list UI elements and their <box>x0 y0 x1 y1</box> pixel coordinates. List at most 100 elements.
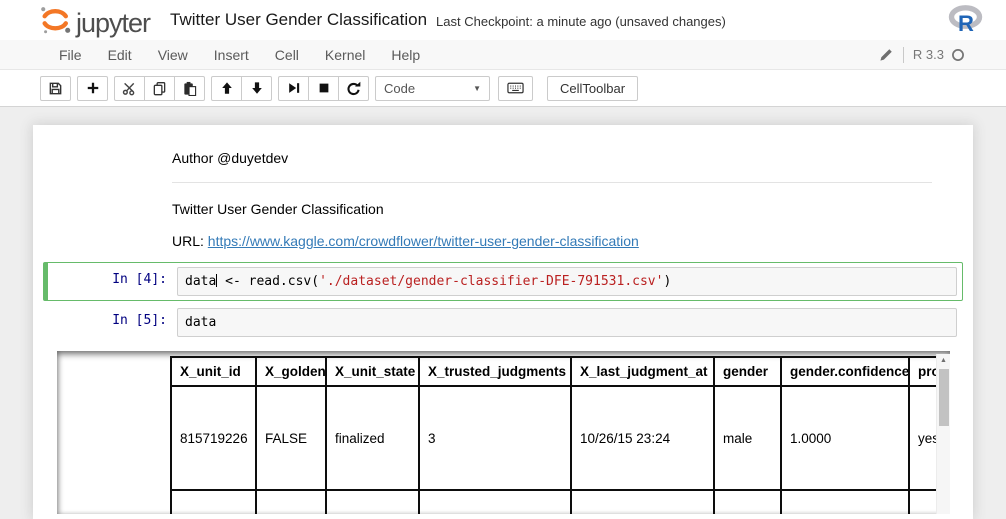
menubar: File Edit View Insert Cell Kernel Help R… <box>0 40 1006 70</box>
kaggle-dataset-link[interactable]: https://www.kaggle.com/crowdflower/twitt… <box>208 233 639 249</box>
jupyter-logotype: jupyter <box>76 10 150 36</box>
table-cell <box>171 490 256 514</box>
toolbar: Code ▼ CellToolbar <box>0 70 1006 107</box>
kernel-idle-icon <box>951 48 965 62</box>
output-table-clip: X_unit_id X_golden X_unit_state X_truste… <box>170 351 938 514</box>
table-cell: male <box>714 386 781 490</box>
run-cell-button[interactable] <box>278 76 309 101</box>
plus-icon <box>86 81 100 95</box>
table-cell <box>571 490 714 514</box>
notebook-page: Author @duyetdev Twitter User Gender Cla… <box>0 107 1006 519</box>
kernel-name-label: R 3.3 <box>913 47 944 62</box>
menu-file[interactable]: File <box>46 47 95 63</box>
scrollbar-up-icon[interactable]: ▲ <box>937 354 950 367</box>
interrupt-kernel-button[interactable] <box>308 76 339 101</box>
code-token-variable: data <box>185 315 216 330</box>
arrow-up-icon <box>220 81 234 95</box>
code-cell-5[interactable]: In [5]: data <box>43 303 963 342</box>
checkpoint-status: Last Checkpoint: a minute ago (unsaved c… <box>436 11 726 29</box>
notebook-header: jupyter Twitter User Gender Classificati… <box>0 0 1006 40</box>
r-kernel-logo-icon: R <box>948 5 984 34</box>
menu-edit[interactable]: Edit <box>95 47 145 63</box>
markdown-divider <box>172 182 932 183</box>
cell-type-select[interactable]: Code ▼ <box>375 76 490 101</box>
table-cell <box>419 490 571 514</box>
output-scroll-area[interactable]: X_unit_id X_golden X_unit_state X_truste… <box>57 351 950 514</box>
code-token-function: read.csv( <box>249 274 319 289</box>
col-header: X_golden <box>256 357 326 386</box>
prompt-spacer <box>44 195 168 255</box>
table-cell <box>256 490 326 514</box>
table-cell: 3 <box>419 386 571 490</box>
restart-kernel-button[interactable] <box>338 76 369 101</box>
paste-icon <box>182 81 197 96</box>
table-cell <box>781 490 909 514</box>
url-label: URL: <box>172 233 208 249</box>
paste-cell-button[interactable] <box>174 76 205 101</box>
table-cell <box>714 490 781 514</box>
table-row-partial <box>171 490 938 514</box>
code-editor-5[interactable]: data <box>177 308 957 337</box>
menu-cell[interactable]: Cell <box>262 47 312 63</box>
cell-type-value: Code <box>384 81 415 96</box>
col-header: X_unit_id <box>171 357 256 386</box>
notebook-title[interactable]: Twitter User Gender Classification <box>170 10 427 30</box>
table-cell <box>909 490 938 514</box>
cut-cell-button[interactable] <box>114 76 145 101</box>
add-cell-button[interactable] <box>77 76 108 101</box>
jupyter-icon <box>38 4 72 36</box>
code-token-paren: ) <box>663 274 671 289</box>
table-cell: 10/26/15 23:24 <box>571 386 714 490</box>
edit-mode-pencil-icon <box>879 47 894 62</box>
col-header: X_trusted_judgments <box>419 357 571 386</box>
save-icon <box>48 81 63 96</box>
scrollbar-thumb[interactable] <box>939 369 949 426</box>
menu-kernel[interactable]: Kernel <box>312 47 378 63</box>
code-token-variable: data <box>185 274 216 289</box>
intro-title-text: Twitter User Gender Classification <box>172 201 932 217</box>
code-editor-4[interactable]: data <- read.csv('./dataset/gender-class… <box>177 267 957 296</box>
stop-icon <box>317 81 331 95</box>
menubar-divider <box>903 47 904 63</box>
move-cell-down-button[interactable] <box>241 76 272 101</box>
col-header: gender.confidence <box>781 357 909 386</box>
svg-text:R: R <box>958 11 974 34</box>
table-cell: yes <box>909 386 938 490</box>
refresh-icon <box>346 81 361 96</box>
dataframe-output-table: X_unit_id X_golden X_unit_state X_truste… <box>170 356 938 514</box>
markdown-cell-author[interactable]: Author @duyetdev <box>43 139 963 190</box>
table-cell: finalized <box>326 386 419 490</box>
table-cell <box>326 490 419 514</box>
prompt-spacer <box>44 144 168 185</box>
command-palette-button[interactable] <box>498 76 533 101</box>
keyboard-icon <box>507 81 524 95</box>
arrow-down-icon <box>250 81 264 95</box>
copy-cell-button[interactable] <box>144 76 175 101</box>
output-vertical-scrollbar[interactable]: ▲ <box>936 354 950 514</box>
save-button[interactable] <box>40 76 71 101</box>
author-text: Author @duyetdev <box>172 150 932 166</box>
menu-help[interactable]: Help <box>378 47 433 63</box>
table-row: 815719226 FALSE finalized 3 10/26/15 23:… <box>171 386 938 490</box>
chevron-down-icon: ▼ <box>473 84 481 93</box>
move-cell-up-button[interactable] <box>211 76 242 101</box>
code-cell-4[interactable]: In [4]: data <- read.csv('./dataset/gend… <box>43 262 963 301</box>
copy-icon <box>152 81 167 96</box>
menu-view[interactable]: View <box>145 47 201 63</box>
table-cell: 1.0000 <box>781 386 909 490</box>
col-header: gender <box>714 357 781 386</box>
code-token-string: './dataset/gender-classifier-DFE-791531.… <box>319 274 663 289</box>
menu-insert[interactable]: Insert <box>201 47 262 63</box>
table-header-row: X_unit_id X_golden X_unit_state X_truste… <box>171 357 938 386</box>
col-header: X_last_judgment_at <box>571 357 714 386</box>
markdown-cell-intro[interactable]: Twitter User Gender Classification URL: … <box>43 190 963 260</box>
input-prompt: In [5]: <box>49 308 173 337</box>
notebook-container: Author @duyetdev Twitter User Gender Cla… <box>33 125 973 519</box>
celltoolbar-button[interactable]: CellToolbar <box>547 76 638 101</box>
table-cell: 815719226 <box>171 386 256 490</box>
table-cell: FALSE <box>256 386 326 490</box>
step-forward-icon <box>287 81 301 95</box>
col-header: X_unit_state <box>326 357 419 386</box>
input-prompt: In [4]: <box>49 267 173 296</box>
jupyter-logo[interactable]: jupyter <box>38 4 150 36</box>
